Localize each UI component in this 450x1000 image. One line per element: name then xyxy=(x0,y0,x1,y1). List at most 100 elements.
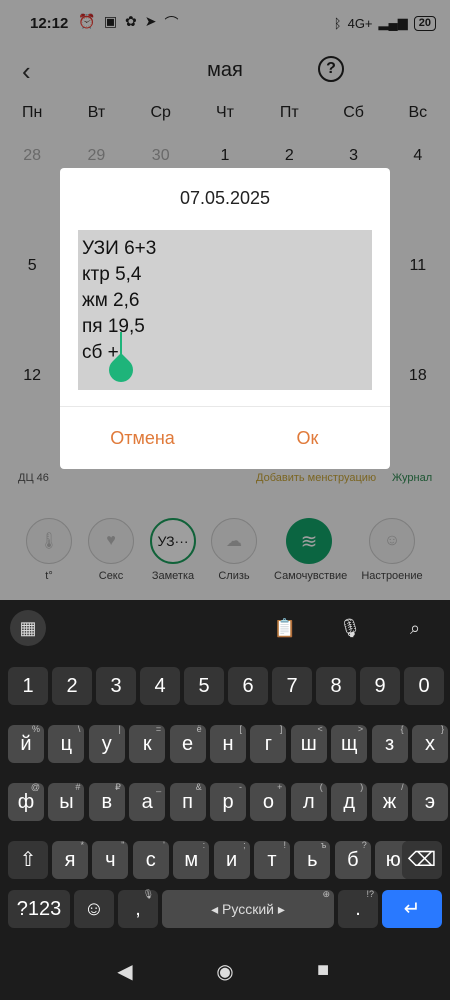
key-label: й xyxy=(20,733,32,755)
key-label: ◂ Русский ▸ xyxy=(211,901,285,917)
letter-key[interactable]: п & xyxy=(169,782,206,821)
period-key[interactable]: .!? xyxy=(338,889,378,928)
key-hint: | xyxy=(118,724,121,734)
key-label: ц xyxy=(60,733,73,755)
letter-key[interactable]: я * xyxy=(52,840,88,879)
letter-key[interactable]: её xyxy=(169,724,206,763)
letter-key[interactable]: щ > xyxy=(331,724,368,763)
key-label: ш xyxy=(300,733,317,755)
key-label: т xyxy=(267,849,277,871)
letter-key[interactable]: ч " xyxy=(92,840,129,879)
letter-key[interactable]: м: xyxy=(173,840,210,879)
key-hint: @ xyxy=(30,782,40,792)
letter-key[interactable]: а _ xyxy=(129,782,166,821)
key-hint: > xyxy=(357,724,364,734)
letter-key[interactable]: б? xyxy=(334,840,371,879)
key-label: з xyxy=(385,733,395,755)
key-label: я xyxy=(64,849,76,871)
letter-key[interactable]: у | xyxy=(88,724,125,763)
key-label: в xyxy=(101,791,113,813)
letter-key[interactable]: д) xyxy=(331,782,368,821)
clipboard-icon[interactable]: 📋 xyxy=(267,610,303,646)
letter-key[interactable]: т! xyxy=(254,840,290,879)
ok-button[interactable]: Ок xyxy=(225,418,390,458)
letter-key[interactable]: г] xyxy=(250,724,287,763)
key-label: 0 xyxy=(418,675,430,697)
key-label: 3 xyxy=(110,675,122,697)
letter-key[interactable]: э xyxy=(412,783,448,821)
digit-key[interactable]: 1 xyxy=(8,667,48,705)
key-label: п xyxy=(182,791,194,813)
letter-key[interactable]: и; xyxy=(213,840,250,879)
digit-key[interactable]: 5 xyxy=(184,667,224,705)
key-label: о xyxy=(262,791,274,813)
cancel-button[interactable]: Отмена xyxy=(60,418,225,458)
key-hint: : xyxy=(202,840,206,850)
letter-key[interactable]: ш < xyxy=(290,724,327,763)
recents-nav-icon[interactable]: ■ xyxy=(308,959,338,982)
digit-key[interactable]: 6 xyxy=(228,667,268,705)
key-hint: _ xyxy=(156,782,162,792)
letter-key[interactable]: ц \ xyxy=(48,724,85,763)
key-hint: * xyxy=(80,840,84,850)
digit-key[interactable]: 8 xyxy=(316,667,356,705)
key-hint: + xyxy=(277,782,283,792)
key-label: , xyxy=(135,898,141,920)
key-label: е xyxy=(182,733,194,755)
digit-key[interactable]: 2 xyxy=(52,667,92,705)
microphone-icon[interactable]: 🎙 xyxy=(332,610,368,646)
digit-key[interactable]: 3 xyxy=(96,667,136,705)
digit-key[interactable]: 4 xyxy=(140,667,180,705)
key-label: б xyxy=(347,849,359,871)
letter-key[interactable]: р- xyxy=(210,782,246,821)
letter-key[interactable]: ьъ xyxy=(294,840,331,879)
key-label: у xyxy=(101,733,112,755)
key-label: ф xyxy=(17,791,35,813)
letter-key[interactable]: н[ xyxy=(210,724,246,763)
letter-key[interactable]: ы # xyxy=(48,782,85,821)
emoji-key[interactable]: ☺ xyxy=(74,890,114,928)
letter-key[interactable]: о + xyxy=(250,782,287,821)
letter-key[interactable]: к = xyxy=(129,724,166,763)
home-nav-icon[interactable]: ◉ xyxy=(210,959,240,984)
letter-key[interactable]: ж / xyxy=(371,782,408,821)
letter-key[interactable]: з{ xyxy=(371,724,408,763)
digit-key[interactable]: 7 xyxy=(272,667,312,705)
key-hint: " xyxy=(121,840,125,850)
key-label: л xyxy=(302,791,315,813)
key-hint: ? xyxy=(361,840,367,850)
back-nav-icon[interactable]: ◀ xyxy=(110,959,140,984)
backspace-key[interactable]: ⌫ xyxy=(402,841,442,879)
key-hint: ( xyxy=(319,782,323,792)
key-label: ☺ xyxy=(83,898,105,920)
key-label: р xyxy=(222,791,234,813)
key-hint: ё xyxy=(196,724,202,734)
key-label: 9 xyxy=(374,675,386,697)
search-icon[interactable]: ⌕ xyxy=(397,610,433,646)
key-label: 1 xyxy=(22,675,34,697)
digit-key[interactable]: 0 xyxy=(404,667,444,705)
letter-key[interactable]: й% xyxy=(8,724,44,763)
comma-key[interactable]: , 🎙 xyxy=(118,889,158,928)
key-hint: ъ xyxy=(320,840,327,850)
letter-key[interactable]: с ' xyxy=(132,840,169,879)
letter-key[interactable]: х} xyxy=(412,724,448,763)
letter-key[interactable]: в ₽ xyxy=(88,782,125,821)
key-hint: - xyxy=(239,782,242,792)
key-label: 6 xyxy=(242,675,254,697)
key-hint: 🎙 xyxy=(142,889,154,899)
navigation-bar: ◀ ◉ ■ xyxy=(0,945,450,1000)
key-hint: } xyxy=(440,724,444,734)
key-hint: # xyxy=(75,782,81,792)
letter-key[interactable]: ф @ xyxy=(8,782,44,821)
key-hint: ; xyxy=(243,840,246,850)
space-key[interactable]: ◂ Русский ▸ ⊕ xyxy=(162,889,334,928)
key-label: 5 xyxy=(198,675,210,697)
enter-key[interactable]: ↵ xyxy=(382,890,442,928)
symbols-key[interactable]: ?123 xyxy=(8,890,70,928)
apps-grid-icon[interactable]: ▦ xyxy=(10,610,46,646)
key-label: ж xyxy=(382,791,397,813)
shift-key[interactable]: ⇧ xyxy=(8,841,48,879)
digit-key[interactable]: 9 xyxy=(360,667,400,705)
letter-key[interactable]: л( xyxy=(290,782,327,821)
